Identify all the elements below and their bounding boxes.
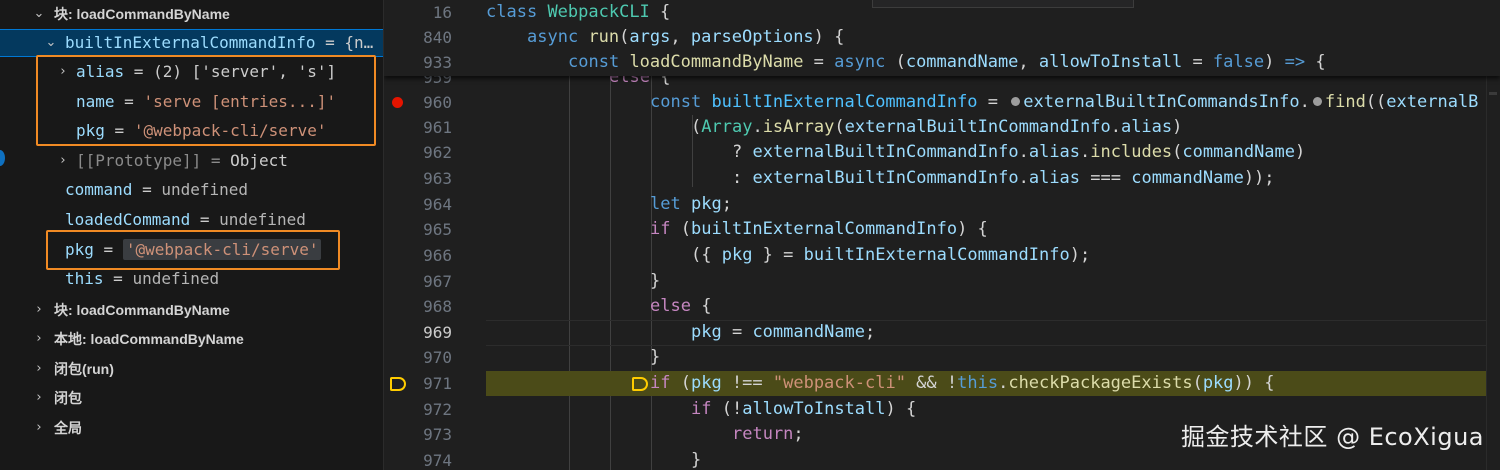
line-number: 969: [423, 323, 452, 342]
code-line-972[interactable]: if (!allowToInstall) {: [486, 397, 916, 422]
code-line-969[interactable]: pkg = commandName;: [486, 320, 875, 345]
find-widget-edge: [872, 0, 1134, 8]
code-line-964[interactable]: let pkg;: [486, 192, 732, 217]
annotation-box-pkg: [46, 230, 340, 270]
sticky-line-class[interactable]: class WebpackCLI {: [486, 0, 670, 25]
scope-label: 闭包: [54, 390, 82, 406]
chevron-right-icon[interactable]: ›: [32, 415, 46, 441]
line-number: 968: [423, 297, 452, 316]
chevron-right-icon[interactable]: ›: [32, 297, 46, 323]
chevron-right-icon[interactable]: ›: [32, 326, 46, 352]
code-editor[interactable]: 16 class WebpackCLI { 840 async run(args…: [384, 0, 1500, 470]
scope-global[interactable]: › 全局: [0, 415, 383, 441]
variable-name: builtInExternalCommandInfo: [65, 33, 316, 52]
annotation-box-alias-name-pkg: [36, 55, 376, 146]
scope-block[interactable]: › 块: loadCommandByName: [0, 297, 383, 323]
variable-value: undefined: [161, 180, 249, 199]
chevron-right-icon[interactable]: ›: [32, 356, 46, 382]
line-number: 933: [423, 53, 452, 72]
variable-row-this[interactable]: this = undefined: [0, 266, 383, 292]
variable-name: command: [65, 180, 133, 199]
scope-label: 全局: [54, 420, 82, 436]
line-number: 965: [423, 220, 452, 239]
code-line-966[interactable]: ({ pkg } = builtInExternalCommandInfo);: [486, 243, 1090, 268]
line-number: 961: [423, 118, 452, 137]
line-number: 970: [423, 348, 452, 367]
variable-row-builtin-external-command-info[interactable]: ⌄ builtInExternalCommandInfo = {n…: [0, 29, 383, 57]
line-number: 964: [423, 195, 452, 214]
variable-value: undefined: [219, 210, 306, 229]
sticky-line-run[interactable]: async run(args, parseOptions) {: [486, 25, 844, 50]
sticky-scroll-header: 16 class WebpackCLI { 840 async run(args…: [384, 0, 1500, 76]
code-line-974[interactable]: }: [486, 448, 701, 470]
scope-closure-run[interactable]: › 闭包(run): [0, 356, 383, 382]
code-line-973[interactable]: return;: [486, 422, 804, 447]
variable-name: [[Prototype]]: [76, 151, 202, 170]
line-number: 973: [423, 425, 452, 444]
scope-label: 本地: loadCommandByName: [54, 331, 244, 347]
code-line-965[interactable]: if (builtInExternalCommandInfo) {: [486, 217, 988, 242]
code-line-962[interactable]: ? externalBuiltInCommandInfo.alias.inclu…: [486, 140, 1305, 165]
variable-name: loadedCommand: [65, 210, 191, 229]
variable-name: this: [65, 269, 104, 288]
scope-local[interactable]: › 本地: loadCommandByName: [0, 326, 383, 352]
variable-value: {n…: [344, 33, 374, 52]
variable-row-command[interactable]: command = undefined: [0, 177, 383, 203]
code-line-967[interactable]: }: [486, 269, 660, 294]
line-number: 966: [423, 246, 452, 265]
scope-block-expanded[interactable]: ⌄ 块: loadCommandByName: [0, 1, 383, 27]
code-line-968[interactable]: else {: [486, 294, 711, 319]
scope-closure[interactable]: › 闭包: [0, 385, 383, 411]
code-line-970[interactable]: }: [486, 345, 660, 370]
line-number: 16: [432, 3, 452, 22]
line-number: 962: [423, 143, 452, 162]
line-number: 963: [423, 169, 452, 188]
code-line-971[interactable]: if (pkg !== "webpack-cli" && !this.check…: [486, 371, 1274, 396]
line-number: 967: [423, 272, 452, 291]
variable-value: undefined: [132, 269, 220, 288]
scope-label: 块: loadCommandByName: [54, 6, 230, 22]
variable-value: Object: [230, 151, 288, 170]
chevron-down-icon[interactable]: ⌄: [44, 30, 58, 56]
watermark: 掘金技术社区 @ EcoXigua: [1180, 423, 1484, 451]
line-number: 972: [423, 400, 452, 419]
code-line-960[interactable]: const builtInExternalCommandInfo = exter…: [486, 90, 1478, 115]
line-number: 960: [423, 93, 452, 112]
line-number: 974: [423, 451, 452, 470]
line-number: 840: [423, 28, 452, 47]
code-line-961[interactable]: (Array.isArray(externalBuiltInCommandInf…: [486, 115, 1182, 140]
sticky-line-load-command[interactable]: const loadCommandByName = async (command…: [486, 50, 1326, 75]
line-number: 971: [423, 374, 452, 393]
scrollbar-marker: [1489, 92, 1497, 95]
variable-row-prototype[interactable]: › [[Prototype]] = Object: [0, 148, 383, 174]
debug-variables-panel: ⌄ 块: loadCommandByName ⌄ builtInExternal…: [0, 0, 384, 470]
chevron-right-icon[interactable]: ›: [32, 385, 46, 411]
code-line-963[interactable]: : externalBuiltInCommandInfo.alias === c…: [486, 166, 1275, 191]
chevron-down-icon[interactable]: ⌄: [32, 1, 46, 27]
scope-label: 闭包(run): [54, 361, 114, 377]
scope-label: 块: loadCommandByName: [54, 302, 230, 318]
chevron-right-icon[interactable]: ›: [56, 148, 70, 174]
